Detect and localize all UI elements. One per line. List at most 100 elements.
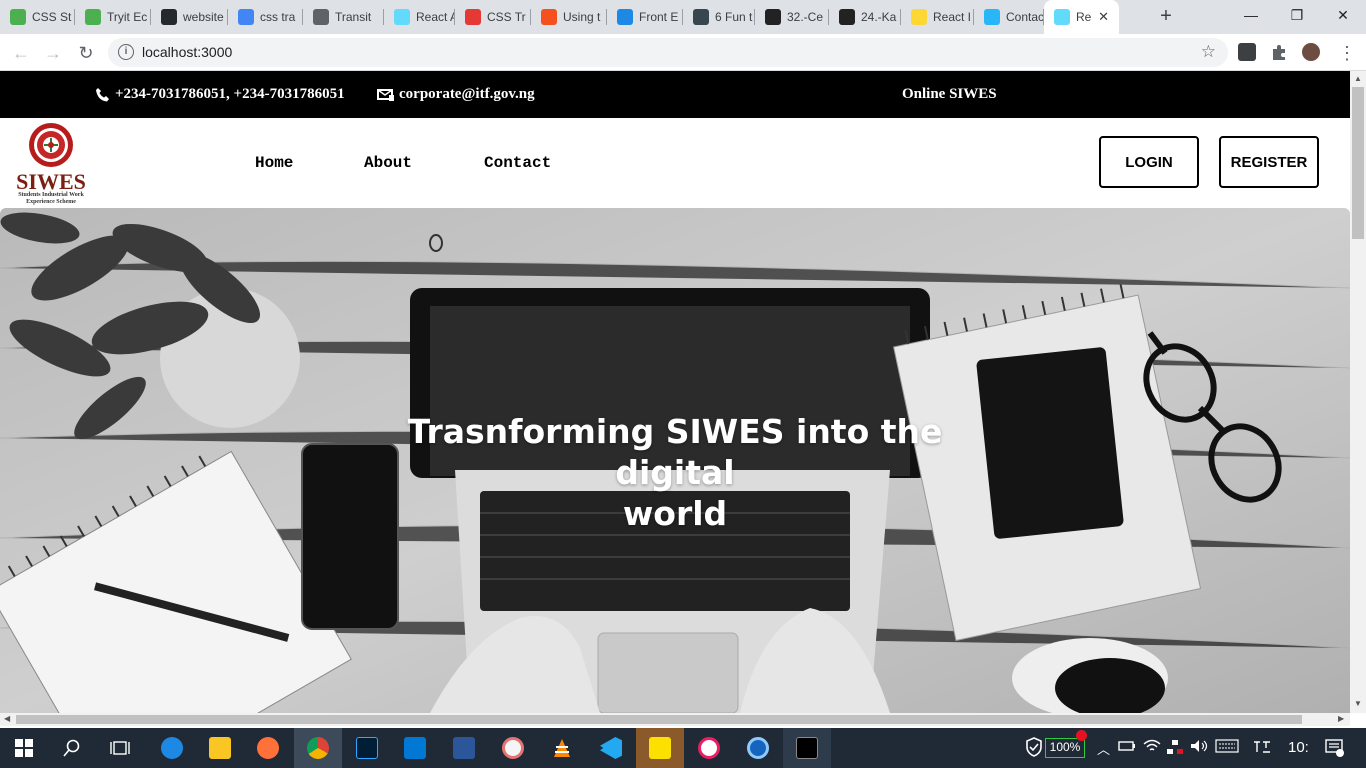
word-icon[interactable]: [440, 728, 488, 768]
search-icon[interactable]: [48, 728, 96, 768]
address-bar[interactable]: i localhost:3000 ☆: [108, 38, 1228, 67]
file-explorer-icon[interactable]: [196, 728, 244, 768]
mail-icon: [377, 87, 395, 103]
browser-menu-icon[interactable]: ⋮: [1334, 40, 1360, 66]
nav-contact-link[interactable]: Contact: [484, 154, 551, 172]
login-button[interactable]: LOGIN: [1099, 136, 1199, 188]
vlc-icon[interactable]: [538, 728, 586, 768]
w3schools-icon: [85, 9, 101, 25]
forward-button[interactable]: →: [40, 40, 66, 66]
logo-tagline-line-1: Students Industrial Work: [18, 192, 84, 198]
chrome-icon[interactable]: [294, 728, 342, 768]
bookmark-star-icon[interactable]: ☆: [1201, 42, 1216, 62]
phone-numbers: +234-7031786051, +234-7031786051: [115, 86, 345, 102]
browser-tab[interactable]: Using t: [531, 0, 607, 34]
shield-tray-icon[interactable]: [1025, 737, 1043, 760]
register-button[interactable]: REGISTER: [1219, 136, 1319, 188]
puzzle-extensions-icon[interactable]: [1270, 43, 1288, 61]
code-icon: [313, 9, 329, 25]
browser-tab[interactable]: 32.-Ce: [755, 0, 829, 34]
browser-tab[interactable]: React A: [384, 0, 455, 34]
scroll-right-arrow[interactable]: ▶: [1338, 714, 1344, 723]
close-window-button[interactable]: ✕: [1320, 0, 1366, 30]
page-viewport: +234-7031786051, +234-7031786051 corpora…: [0, 71, 1350, 713]
browser-tab[interactable]: Tryit Ec: [75, 0, 151, 34]
youtube-icon: [465, 9, 481, 25]
tab-label: Re: [1076, 10, 1092, 24]
clock[interactable]: 10:: [1288, 739, 1309, 756]
chevron-up-icon[interactable]: ︿: [1097, 739, 1110, 758]
tab-label: 24.-Ka: [861, 10, 897, 24]
email-address[interactable]: corporate@itf.gov.ng: [399, 86, 535, 103]
minimize-button[interactable]: —: [1228, 0, 1274, 30]
horizontal-scrollbar[interactable]: ◀ ▶: [0, 713, 1350, 726]
firefox-icon[interactable]: [244, 728, 292, 768]
keyboard-icon[interactable]: [1215, 739, 1239, 756]
react-icon: [394, 9, 410, 25]
tab-label: website: [183, 10, 224, 24]
logo-tagline: Students Industrial Work Experience Sche…: [6, 192, 96, 206]
mail-app-icon[interactable]: [391, 728, 439, 768]
nav-home-link[interactable]: Home: [255, 154, 293, 172]
vertical-scrollbar[interactable]: ▲ ▼: [1350, 71, 1366, 713]
itunes-icon[interactable]: [685, 728, 733, 768]
network-icon[interactable]: [1166, 739, 1184, 758]
tab-label: Transit: [335, 10, 372, 24]
url-text[interactable]: localhost:3000: [142, 44, 232, 60]
browser-tab[interactable]: CSS Tr: [455, 0, 531, 34]
maximize-button[interactable]: ❐: [1274, 0, 1320, 30]
scroll-up-arrow[interactable]: ▲: [1354, 74, 1362, 83]
task-view-icon[interactable]: [96, 728, 144, 768]
asterisk-icon: [541, 9, 557, 25]
vertical-scroll-thumb[interactable]: [1352, 87, 1364, 239]
phone-contact: +234-7031786051, +234-7031786051: [95, 86, 345, 103]
hero-title-line-2: world: [622, 494, 728, 533]
dev-icon: [693, 9, 709, 25]
nav-about-link[interactable]: About: [364, 154, 412, 172]
browser-tab[interactable]: Contac: [974, 0, 1044, 34]
site-info-icon[interactable]: i: [118, 44, 134, 60]
browser-tab[interactable]: css tra: [228, 0, 303, 34]
profile-avatar[interactable]: [1302, 43, 1320, 61]
terminal-icon[interactable]: [783, 728, 831, 768]
sticky-notes-icon[interactable]: [636, 728, 684, 768]
app-icon[interactable]: [489, 728, 537, 768]
app-circle-icon[interactable]: [734, 728, 782, 768]
soundcloud-icon: [765, 9, 781, 25]
j-icon: [984, 9, 1000, 25]
browser-tab[interactable]: CSS St: [0, 0, 75, 34]
start-button[interactable]: [0, 728, 48, 768]
browser-tab[interactable]: Transit: [303, 0, 384, 34]
new-tab-button[interactable]: +: [1155, 5, 1177, 27]
edge-icon[interactable]: [148, 728, 196, 768]
extension-icon[interactable]: [1238, 43, 1256, 61]
browser-tab[interactable]: Front E: [607, 0, 683, 34]
online-siwes-link[interactable]: Online SIWES: [902, 86, 997, 103]
action-center-icon[interactable]: [1325, 739, 1345, 760]
vscode-icon[interactable]: [587, 728, 635, 768]
browser-tab[interactable]: 6 Fun t: [683, 0, 755, 34]
battery-icon[interactable]: [1118, 739, 1136, 756]
tab-label: CSS Tr: [487, 10, 526, 24]
browser-tab[interactable]: website: [151, 0, 228, 34]
close-tab-icon[interactable]: ✕: [1098, 9, 1109, 25]
back-button[interactable]: ←: [8, 40, 34, 66]
scroll-down-arrow[interactable]: ▼: [1354, 699, 1362, 708]
freecodecamp-icon: [617, 9, 633, 25]
browser-tab[interactable]: 24.-Ka: [829, 0, 901, 34]
photoshop-icon[interactable]: [343, 728, 391, 768]
language-icon[interactable]: [1252, 739, 1272, 758]
horizontal-scroll-thumb[interactable]: [16, 715, 1302, 724]
siwes-logo[interactable]: SIWES Students Industrial Work Experienc…: [6, 121, 96, 207]
scroll-left-arrow[interactable]: ◀: [4, 714, 10, 723]
github-icon: [161, 9, 177, 25]
browser-tab-bar: CSS St Tryit Ec website css tra Transit React…: [0, 0, 1366, 34]
tab-label: css tra: [260, 10, 296, 24]
browser-tab-active[interactable]: Re ✕: [1044, 0, 1119, 34]
volume-icon[interactable]: [1190, 739, 1208, 756]
browser-tab[interactable]: React I: [901, 0, 974, 34]
battery-percent[interactable]: 100%: [1045, 738, 1085, 758]
site-header: SIWES Students Industrial Work Experienc…: [0, 118, 1350, 208]
wifi-icon[interactable]: [1143, 739, 1161, 756]
reload-button[interactable]: ↻: [73, 40, 99, 66]
